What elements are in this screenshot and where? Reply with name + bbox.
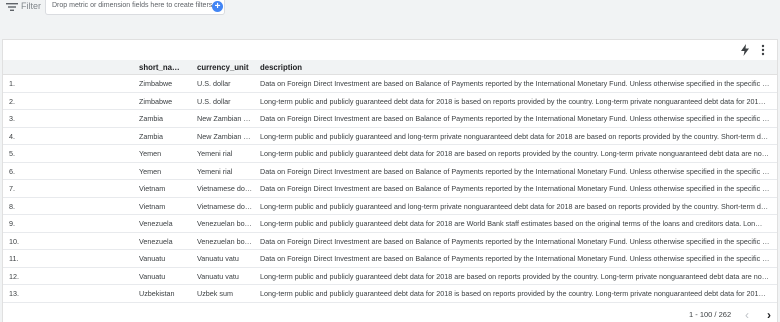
cell-currency-unit: New Zambian … [197,131,251,141]
data-table: short_na… currency_unit description 1. Zi… [3,60,777,303]
row-index: 7. [9,184,15,193]
row-index: 10. [9,236,19,246]
cell-short-name: Yemen [139,149,162,158]
row-index: 6. [9,166,15,176]
filter-label: Filter [21,1,41,11]
table-row[interactable]: 12. Vanuatu Vanuatu vatu Long-term public a… [3,267,777,285]
row-index: 11. [9,254,19,263]
prev-page-button[interactable]: ‹ [741,308,753,322]
table-header: short_na… currency_unit description [3,60,777,75]
cell-currency-unit: Venezuelan bo… [197,219,252,228]
table-row[interactable]: 2. Zimbabwe U.S. dollar Long-term public an… [3,92,777,110]
cell-short-name: Venezuela [139,219,173,228]
row-index: 2. [9,96,15,106]
cell-currency-unit: Vietnamese do… [197,184,253,193]
header-currency-unit[interactable]: currency_unit [197,60,253,74]
cell-description: Long-term public and publicly guaranteed… [260,289,766,298]
table-row[interactable]: 13. Uzbekistan Uzbek sum Long-term public a… [3,285,777,303]
row-index: 3. [9,114,15,123]
cell-description: Long-term public and publicly guaranteed… [260,131,769,141]
table-body: 1. Zimbabwe U.S. dollar Data on Foreign Dir… [3,75,777,303]
table-row[interactable]: 10. Venezuela Venezuelan bo… Data on Foreig… [3,232,777,250]
cell-short-name: Vanuatu [139,271,166,281]
table-row[interactable]: 6. Yemen Yemeni rial Data on Foreign Direct… [3,162,777,180]
row-index: 13. [9,289,19,298]
cell-currency-unit: New Zambian … [197,114,251,123]
cell-currency-unit: Vanuatu vatu [197,271,239,281]
cell-short-name: Vietnam [139,184,166,193]
cell-description: Long-term public and publicly guaranteed… [260,201,769,211]
cell-description: Data on Foreign Direct Investment are ba… [260,236,770,246]
cell-description: Long-term public and publicly guaranteed… [260,219,763,228]
add-filter-button[interactable]: + [212,1,223,12]
cell-currency-unit: Vietnamese do… [197,201,253,211]
bolt-icon[interactable] [740,44,750,56]
more-vert-icon[interactable] [760,44,766,56]
page-info: 1 - 100 / 262 [689,310,732,319]
table-row[interactable]: 8. Vietnam Vietnamese do… Long-term public … [3,197,777,215]
header-index [9,60,49,74]
row-index: 1. [9,79,15,88]
cell-short-name: Vanuatu [139,254,166,263]
cell-short-name: Venezuela [139,236,173,246]
cell-currency-unit: U.S. dollar [197,79,231,88]
cell-description: Data on Foreign Direct Investment are ba… [260,254,770,263]
filter-drop-zone[interactable]: Drop metric or dimension fields here to … [45,0,225,15]
cell-currency-unit: Vanuatu vatu [197,254,239,263]
cell-short-name: Zimbabwe [139,79,173,88]
header-short-name[interactable]: short_na… [139,60,187,74]
cell-short-name: Vietnam [139,201,166,211]
cell-description: Data on Foreign Direct Investment are ba… [260,79,770,88]
table-row[interactable]: 9. Venezuela Venezuelan bo… Long-term publi… [3,215,777,233]
table-row[interactable]: 1. Zimbabwe U.S. dollar Data on Foreign Dir… [3,75,777,93]
table-toolbar [3,40,777,60]
table-panel: short_na… currency_unit description 1. Zi… [2,39,778,322]
cell-short-name: Zambia [139,114,163,123]
header-description[interactable]: description [260,60,774,74]
cell-description: Long-term public and publicly guaranteed… [260,96,766,106]
cell-currency-unit: U.S. dollar [197,96,231,106]
cell-short-name: Zambia [139,131,163,141]
next-page-button[interactable]: › [763,308,775,322]
table-row[interactable]: 7. Vietnam Vietnamese do… Data on Foreign D… [3,180,777,198]
row-index: 4. [9,131,15,141]
table-footer: 1 - 100 / 262 ‹ › [3,308,777,322]
cell-short-name: Yemen [139,166,162,176]
row-index: 9. [9,219,15,228]
filter-bar: Filter Drop metric or dimension fields h… [0,0,780,36]
cell-currency-unit: Venezuelan bo… [197,236,252,246]
cell-description: Long-term public and publicly guaranteed… [260,149,769,158]
table-row[interactable]: 3. Zambia New Zambian … Data on Foreign Dir… [3,110,777,128]
cell-description: Data on Foreign Direct Investment are ba… [260,114,770,123]
cell-description: Long-term public and publicly guaranteed… [260,271,769,281]
filter-icon[interactable] [6,2,18,12]
cell-description: Data on Foreign Direct Investment are ba… [260,184,770,193]
cell-short-name: Uzbekistan [139,289,175,298]
cell-currency-unit: Yemeni rial [197,166,233,176]
drop-zone-text: Drop metric or dimension fields here to … [52,2,213,9]
table-row[interactable]: 11. Vanuatu Vanuatu vatu Data on Foreign Di… [3,250,777,268]
table-row[interactable]: 4. Zambia New Zambian … Long-term public an… [3,127,777,145]
row-index: 12. [9,271,19,281]
row-index: 8. [9,201,15,211]
row-index: 5. [9,149,15,158]
cell-short-name: Zimbabwe [139,96,173,106]
table-row[interactable]: 5. Yemen Yemeni rial Long-term public and p… [3,145,777,163]
cell-currency-unit: Uzbek sum [197,289,233,298]
cell-description: Data on Foreign Direct Investment are ba… [260,166,770,176]
cell-currency-unit: Yemeni rial [197,149,233,158]
